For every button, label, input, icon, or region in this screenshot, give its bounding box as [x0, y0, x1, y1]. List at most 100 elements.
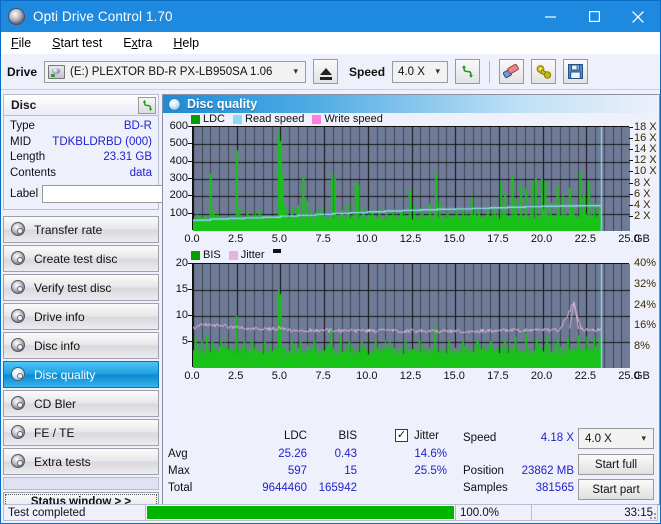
toolbar-separator	[489, 60, 491, 83]
stats-panel: LDC BIS ✓ Jitter Avg Max Total 25.26 597…	[163, 426, 659, 504]
legend-write-speed: Write speed	[312, 113, 383, 125]
sidebar-item-extra-tests[interactable]: Extra tests	[3, 448, 159, 475]
menu-start-test[interactable]: Start test	[50, 35, 104, 51]
stats-speed-key: Speed	[463, 432, 497, 444]
axis-tick-label: 0.0	[184, 370, 200, 382]
window-title: Opti Drive Control 1.70	[33, 9, 173, 24]
chevron-down-icon: ▾	[435, 66, 441, 76]
axis-tick-label: 15.0	[443, 370, 465, 382]
axis-tick-label: 15.0	[443, 233, 465, 245]
start-full-button[interactable]: Start full	[578, 454, 654, 475]
page-title: Disc quality	[187, 97, 258, 111]
speed-select[interactable]: 4.0 X ▾	[392, 60, 449, 83]
disc-value-mid: TDKBLDRBD (000)	[52, 135, 152, 148]
legend-marker	[272, 249, 281, 253]
sidebar-label: Disc quality	[34, 367, 96, 382]
axis-tick	[188, 160, 192, 162]
stats-bis-avg: 0.43	[334, 448, 357, 460]
sidebar-item-disc-quality[interactable]: Disc quality	[3, 361, 159, 388]
axis-tick-label: 32%	[634, 277, 657, 290]
disc-quality-icon	[168, 97, 181, 111]
tools-button[interactable]	[531, 59, 557, 84]
stats-ldc-avg: 25.26	[278, 448, 307, 460]
app-window: Opti Drive Control 1.70 FFileile Start t…	[0, 0, 661, 524]
axis-tick-label: 16%	[634, 319, 657, 332]
menu-bar: FFileile Start test Extra Help	[1, 32, 660, 54]
chevron-down-icon: ▾	[293, 66, 299, 76]
disc-icon	[10, 425, 27, 440]
eject-button[interactable]	[313, 59, 339, 84]
save-button[interactable]	[563, 59, 589, 84]
axis-tick-label: 2.5	[228, 233, 244, 245]
result-speed-select[interactable]: 4.0 X ▾	[578, 428, 654, 449]
sidebar-item-fe-te[interactable]: FE / TE	[3, 419, 159, 446]
axis-tick-label: 10.0	[356, 233, 378, 245]
progress-bar	[145, 504, 455, 521]
sidebar-item-verify-test-disc[interactable]: Verify test disc	[3, 274, 159, 301]
menu-extra[interactable]: Extra	[121, 35, 154, 51]
axis-tick	[188, 126, 192, 127]
sidebar-item-drive-info[interactable]: Drive info	[3, 303, 159, 330]
axis-tick-label: 40%	[634, 257, 657, 269]
axis-tick-label: 10	[175, 309, 188, 321]
axis-tick-label: 12.5	[399, 370, 422, 382]
jitter-label: Jitter	[414, 429, 439, 442]
erase-button[interactable]	[499, 59, 525, 84]
erase-icon	[503, 64, 519, 79]
ldc-chart: LDC Read speed Write speed 600 500 400 300 2…	[163, 113, 659, 245]
axis-tick-label: GB	[634, 370, 650, 382]
disc-refresh-button[interactable]	[138, 97, 156, 114]
close-icon[interactable]	[616, 1, 660, 32]
menu-file[interactable]: FFileile	[9, 35, 33, 51]
axis-tick	[629, 171, 633, 173]
axis-tick	[629, 204, 633, 206]
disc-icon	[10, 309, 27, 324]
axis-tick-label: 600	[169, 120, 188, 132]
axis-tick-label: 200	[169, 189, 188, 202]
stats-row-key-max: Max	[168, 465, 190, 477]
stats-ldc-total: 9644460	[262, 482, 307, 494]
disc-icon	[10, 251, 27, 266]
sidebar-item-create-test-disc[interactable]: Create test disc	[3, 245, 159, 272]
start-part-button[interactable]: Start part	[578, 479, 654, 500]
axis-tick	[188, 195, 192, 197]
sidebar-label: CD Bler	[34, 396, 77, 411]
maximize-icon[interactable]	[572, 1, 616, 32]
axis-tick-label: 8%	[634, 340, 650, 353]
refresh-icon	[462, 65, 474, 78]
drive-toolbar: Drive (E:) PLEXTOR BD-R PX-LB950SA 1.06 …	[1, 54, 660, 90]
disc-info-body: Type BD-R MID TDKBLDRBD (000) Length 23.…	[3, 116, 246, 210]
save-disk-icon	[568, 64, 584, 79]
wrench-icon	[536, 65, 551, 79]
axis-tick-label: 20.0	[530, 233, 553, 245]
stats-position-key: Position	[463, 465, 504, 477]
result-speed-value: 4.0 X	[585, 432, 612, 445]
axis-tick	[188, 178, 192, 179]
disc-icon	[10, 338, 27, 353]
refresh-button[interactable]	[455, 59, 481, 84]
refresh-icon	[142, 99, 152, 112]
disc-icon	[10, 222, 27, 237]
stats-col-ldc: LDC	[283, 430, 307, 442]
disc-quality-pane: Disc quality LDC Read speed Write speed …	[162, 94, 660, 505]
disc-value-length: 23.31 GB	[103, 151, 152, 163]
drive-label: Drive	[7, 64, 38, 79]
window-controls	[528, 1, 660, 32]
menu-help[interactable]: Help	[171, 35, 201, 51]
progress-fill	[147, 506, 454, 519]
sidebar-item-cd-bler[interactable]: CD Bler	[3, 390, 159, 417]
minimize-icon[interactable]	[528, 1, 572, 32]
resize-grip-icon[interactable]	[646, 509, 656, 519]
ldc-legend: LDC Read speed Write speed	[191, 113, 387, 125]
stats-speed-value: 4.18 X	[540, 432, 574, 444]
legend-jitter: Jitter	[228, 249, 265, 261]
jitter-checkbox-wrap[interactable]: ✓ Jitter	[395, 429, 439, 442]
sidebar-item-disc-info[interactable]: Disc info	[3, 332, 159, 359]
disc-icon	[10, 367, 27, 382]
drive-select[interactable]: (E:) PLEXTOR BD-R PX-LB950SA 1.06 ▾	[44, 60, 307, 83]
disc-icon	[10, 396, 27, 411]
sidebar-item-transfer-rate[interactable]: Transfer rate	[3, 216, 159, 243]
axis-tick-label: GB	[634, 233, 650, 245]
jitter-checkbox[interactable]: ✓	[395, 429, 408, 442]
axis-tick-label: 22.5	[574, 370, 596, 382]
